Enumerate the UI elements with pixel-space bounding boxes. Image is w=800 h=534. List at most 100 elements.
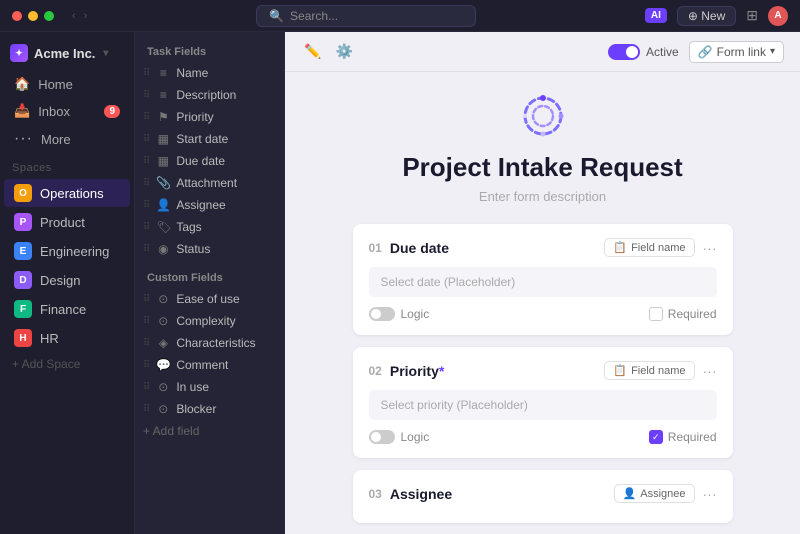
sidebar-item-hr[interactable]: H HR bbox=[4, 324, 130, 352]
blocker-field-label: Blocker bbox=[176, 402, 216, 416]
sidebar-item-design[interactable]: D Design bbox=[4, 266, 130, 294]
form-description[interactable]: Enter form description bbox=[479, 189, 606, 204]
field-in-use[interactable]: ⠿ ⊙ In use bbox=[135, 376, 284, 398]
sidebar: ✦ Acme Inc. ▾ 🏠 Home 📥 Inbox 9 ··· More … bbox=[0, 32, 135, 534]
sidebar-item-operations[interactable]: O Operations bbox=[4, 179, 130, 207]
field-tags[interactable]: ⠿ 🏷 Tags bbox=[135, 216, 284, 238]
sidebar-item-home[interactable]: 🏠 Home bbox=[4, 71, 130, 97]
field-complexity[interactable]: ⠿ ⊙ Complexity bbox=[135, 310, 284, 332]
drag-icon: ⠿ bbox=[143, 134, 150, 145]
assignee-badge-label: Assignee bbox=[640, 488, 685, 500]
maximize-window-button[interactable] bbox=[44, 11, 54, 21]
priority-placeholder[interactable]: Select priority (Placeholder) bbox=[369, 390, 717, 420]
grid-icon[interactable]: ⊞ bbox=[746, 7, 758, 24]
status-field-icon: ◉ bbox=[156, 242, 170, 256]
field-priority[interactable]: ⠿ ⚑ Priority bbox=[135, 106, 284, 128]
assignee-more-button[interactable]: ··· bbox=[703, 486, 717, 502]
logic-toggle-switch-1[interactable] bbox=[369, 307, 395, 321]
form-link-button[interactable]: 🔗 Form link ▾ bbox=[689, 41, 784, 63]
card-left: 02 Priority* bbox=[369, 363, 445, 379]
field-due-date[interactable]: ⠿ ▦ Due date bbox=[135, 150, 284, 172]
form-title: Project Intake Request bbox=[402, 152, 682, 183]
form-content: Project Intake Request Enter form descri… bbox=[285, 72, 800, 534]
due-date-field-name-badge[interactable]: 📋 Field name bbox=[604, 238, 694, 257]
avatar[interactable]: A bbox=[768, 6, 788, 26]
active-toggle-switch[interactable] bbox=[608, 44, 640, 60]
due-date-placeholder[interactable]: Select date (Placeholder) bbox=[369, 267, 717, 297]
field-assignee[interactable]: ⠿ 👤 Assignee bbox=[135, 194, 284, 216]
drag-icon: ⠿ bbox=[143, 90, 150, 101]
required-checkbox-1[interactable] bbox=[649, 307, 663, 321]
attachment-field-icon: 📎 bbox=[156, 176, 170, 190]
window-controls: ‹ › bbox=[12, 10, 87, 22]
field-attachment[interactable]: ⠿ 📎 Attachment bbox=[135, 172, 284, 194]
sidebar-item-more[interactable]: ··· More bbox=[4, 125, 130, 153]
sidebar-item-inbox[interactable]: 📥 Inbox 9 bbox=[4, 98, 130, 124]
sidebar-item-engineering[interactable]: E Engineering bbox=[4, 237, 130, 265]
sidebar-item-product[interactable]: P Product bbox=[4, 208, 130, 236]
form-area: ✏️ ⚙️ Active 🔗 Form link ▾ bbox=[285, 32, 800, 534]
task-fields-label: Task Fields bbox=[135, 40, 284, 62]
engineering-dot: E bbox=[14, 242, 32, 260]
assignee-icon: 👤 bbox=[623, 487, 637, 500]
search-icon: 🔍 bbox=[269, 9, 284, 23]
new-button[interactable]: ⊕ New bbox=[677, 6, 736, 26]
settings-icon[interactable]: ⚙️ bbox=[332, 40, 355, 63]
search-bar[interactable]: 🔍 Search... bbox=[256, 5, 476, 27]
field-start-date[interactable]: ⠿ ▦ Start date bbox=[135, 128, 284, 150]
form-link-label: Form link bbox=[717, 45, 766, 59]
priority-field-name-badge[interactable]: 📋 Field name bbox=[604, 361, 694, 380]
logic-toggle-1: Logic bbox=[369, 307, 430, 321]
back-arrow-icon[interactable]: ‹ bbox=[72, 10, 76, 22]
priority-footer: Logic Required bbox=[369, 430, 717, 444]
field-status[interactable]: ⠿ ◉ Status bbox=[135, 238, 284, 260]
characteristics-field-icon: ◈ bbox=[156, 336, 170, 350]
status-field-label: Status bbox=[176, 242, 210, 256]
assignee-field-icon: 👤 bbox=[156, 198, 170, 212]
characteristics-field-label: Characteristics bbox=[176, 336, 255, 350]
required-checkbox-2[interactable] bbox=[649, 430, 663, 444]
more-icon: ··· bbox=[14, 130, 33, 148]
field-blocker[interactable]: ⠿ ⊙ Blocker bbox=[135, 398, 284, 420]
add-space-button[interactable]: + Add Space bbox=[0, 353, 134, 375]
assignee-badge[interactable]: 👤 Assignee bbox=[614, 484, 695, 503]
description-field-label: Description bbox=[176, 88, 236, 102]
sidebar-item-finance[interactable]: F Finance bbox=[4, 295, 130, 323]
logo[interactable]: ✦ Acme Inc. ▾ bbox=[0, 40, 134, 70]
app-body: ✦ Acme Inc. ▾ 🏠 Home 📥 Inbox 9 ··· More … bbox=[0, 32, 800, 534]
logic-label-2: Logic bbox=[401, 430, 430, 444]
priority-more-button[interactable]: ··· bbox=[703, 363, 717, 379]
field-comment[interactable]: ⠿ 💬 Comment bbox=[135, 354, 284, 376]
complexity-field-label: Complexity bbox=[176, 314, 235, 328]
badge-label: Field name bbox=[631, 365, 685, 377]
logic-toggle-switch-2[interactable] bbox=[369, 430, 395, 444]
field-name[interactable]: ⠿ ≡ Name bbox=[135, 62, 284, 84]
due-date-more-button[interactable]: ··· bbox=[703, 240, 717, 256]
inbox-badge: 9 bbox=[104, 105, 120, 118]
field-description[interactable]: ⠿ ≡ Description bbox=[135, 84, 284, 106]
assignee-field-label: Assignee bbox=[176, 198, 225, 212]
badge-label: Field name bbox=[631, 242, 685, 254]
logo-icon: ✦ bbox=[10, 44, 28, 62]
edit-icon[interactable]: ✏️ bbox=[301, 40, 324, 63]
card-left: 01 Due date bbox=[369, 240, 449, 256]
toolbar-right: Active 🔗 Form link ▾ bbox=[608, 41, 784, 63]
name-field-icon: ≡ bbox=[156, 66, 170, 80]
drag-icon: ⠿ bbox=[143, 316, 150, 327]
required-label-2: Required bbox=[668, 430, 717, 444]
product-dot: P bbox=[14, 213, 32, 231]
design-label: Design bbox=[40, 273, 80, 288]
tags-field-label: Tags bbox=[176, 220, 201, 234]
hr-dot: H bbox=[14, 329, 32, 347]
form-toolbar: ✏️ ⚙️ Active 🔗 Form link ▾ bbox=[285, 32, 800, 72]
close-window-button[interactable] bbox=[12, 11, 22, 21]
field-ease-of-use[interactable]: ⠿ ⊙ Ease of use bbox=[135, 288, 284, 310]
add-field-button[interactable]: + Add field bbox=[135, 420, 284, 442]
drag-icon: ⠿ bbox=[143, 200, 150, 211]
mini-knob bbox=[371, 432, 381, 442]
minimize-window-button[interactable] bbox=[28, 11, 38, 21]
field-characteristics[interactable]: ⠿ ◈ Characteristics bbox=[135, 332, 284, 354]
ease-of-use-field-label: Ease of use bbox=[176, 292, 239, 306]
due-date-footer: Logic Required bbox=[369, 307, 717, 321]
field-number-2: 02 bbox=[369, 364, 382, 378]
